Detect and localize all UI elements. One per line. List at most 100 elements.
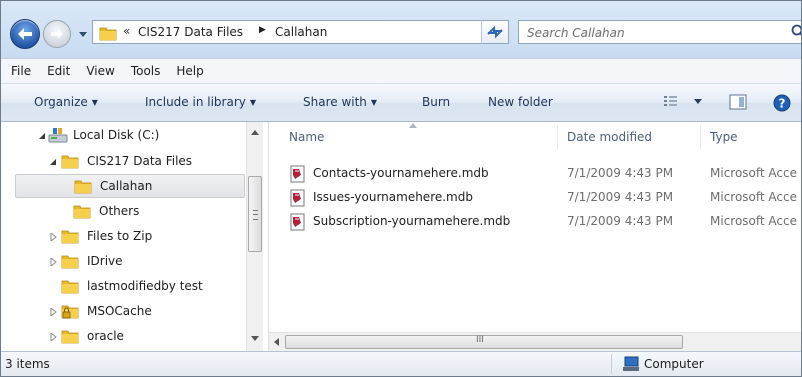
folder-icon: [74, 180, 92, 194]
scroll-left-icon[interactable]: [274, 338, 279, 346]
tree-item-others[interactable]: Others: [1, 200, 245, 224]
file-name: Contacts-yournamehere.mdb: [313, 166, 489, 180]
back-button[interactable]: [10, 19, 40, 49]
forward-arrow-icon: [51, 29, 63, 39]
column-header-date-modified[interactable]: Date modified: [567, 122, 652, 152]
column-divider[interactable]: [557, 125, 558, 149]
folder-icon: [99, 27, 117, 41]
folder-icon: [61, 230, 79, 244]
refresh-button[interactable]: [481, 20, 509, 44]
menu-view[interactable]: View: [78, 64, 122, 78]
file-date: 7/1/2009 4:43 PM: [567, 166, 674, 180]
collapsed-arrow-icon[interactable]: [49, 258, 57, 266]
file-name: Issues-yournamehere.mdb: [313, 190, 473, 204]
column-header-type[interactable]: Type: [710, 122, 738, 152]
help-icon[interactable]: ?: [773, 94, 791, 112]
file-type: Microsoft Acce: [710, 190, 797, 204]
tree-item-callahan[interactable]: Callahan: [15, 174, 245, 198]
scrollbar-thumb[interactable]: [248, 176, 262, 252]
nav-vertical-scrollbar[interactable]: [246, 122, 263, 351]
tree-item-local-disk[interactable]: Local Disk (C:): [1, 124, 245, 148]
file-name: Subscription-yournamehere.mdb: [313, 214, 511, 228]
tree-item-label: Callahan: [100, 179, 153, 193]
item-count: 3 items: [5, 357, 50, 371]
expanded-arrow-icon[interactable]: [38, 132, 46, 140]
recent-pages-dropdown-icon[interactable]: [78, 29, 88, 39]
dropdown-arrow-icon: ▼: [91, 98, 98, 107]
search-icon[interactable]: [791, 24, 802, 40]
column-header-name[interactable]: Name: [289, 122, 324, 152]
tree-item-label: Others: [99, 204, 140, 218]
collapsed-arrow-icon[interactable]: [49, 308, 57, 316]
svg-text:?: ?: [779, 97, 786, 111]
file-list-horizontal-scrollbar[interactable]: III: [269, 332, 801, 351]
include-in-library-button[interactable]: Include in library ▼: [145, 95, 256, 109]
tree-item-oracle[interactable]: oracle: [1, 325, 245, 349]
sort-ascending-icon: [409, 123, 417, 128]
scrollbar-thumb[interactable]: III: [285, 335, 683, 349]
burn-button[interactable]: Burn: [422, 95, 450, 109]
share-label: Share with: [303, 95, 367, 109]
menu-edit[interactable]: Edit: [39, 64, 78, 78]
search-box[interactable]: [518, 20, 802, 44]
folder-icon: [61, 330, 79, 344]
scroll-up-icon[interactable]: [251, 130, 259, 135]
file-row[interactable]: Issues-yournamehere.mdb 7/1/2009 4:43 PM…: [289, 186, 801, 210]
tree-item-idrive[interactable]: IDrive: [1, 250, 245, 274]
file-type: Microsoft Acce: [710, 214, 797, 228]
change-view-icon[interactable]: [663, 94, 681, 110]
tree-item-label: oracle: [87, 329, 124, 343]
access-database-icon: [290, 165, 305, 183]
tree-item-label: Local Disk (C:): [73, 128, 160, 142]
tree-item-cis217-data-files[interactable]: CIS217 Data Files: [1, 150, 245, 174]
tree-item-files-to-zip[interactable]: Files to Zip: [1, 225, 245, 249]
access-database-icon: [290, 213, 305, 231]
include-label: Include in library: [145, 95, 246, 109]
share-with-button[interactable]: Share with ▼: [303, 95, 377, 109]
status-bar: 3 items Computer: [1, 351, 801, 376]
expanded-arrow-icon[interactable]: [49, 158, 57, 166]
breadcrumb-overflow[interactable]: «: [123, 24, 130, 38]
menu-bar: File Edit View Tools Help: [1, 58, 801, 84]
new-folder-button[interactable]: New folder: [488, 95, 553, 109]
navigation-pane: Local Disk (C:) CIS217 Data Files Callah…: [1, 122, 269, 351]
access-database-icon: [290, 189, 305, 207]
file-row[interactable]: Subscription-yournamehere.mdb 7/1/2009 4…: [289, 210, 801, 234]
status-location: Computer: [644, 357, 704, 371]
status-divider: [611, 354, 612, 374]
search-input[interactable]: [525, 23, 779, 43]
breadcrumb-callahan[interactable]: Callahan: [275, 25, 327, 39]
collapsed-arrow-icon[interactable]: [49, 233, 57, 241]
file-date: 7/1/2009 4:43 PM: [567, 190, 674, 204]
view-options-dropdown-icon[interactable]: [694, 99, 702, 105]
scroll-down-icon[interactable]: [251, 336, 259, 341]
back-arrow-icon: [18, 28, 32, 40]
dropdown-arrow-icon: ▼: [249, 98, 257, 107]
organize-label: Organize: [34, 95, 88, 109]
breadcrumb-cis217[interactable]: CIS217 Data Files: [138, 25, 243, 39]
tree-item-label: lastmodifiedby test: [87, 279, 203, 293]
refresh-icon: [487, 25, 503, 39]
computer-icon: [623, 356, 639, 371]
file-row[interactable]: Contacts-yournamehere.mdb 7/1/2009 4:43 …: [289, 162, 801, 186]
collapsed-arrow-icon[interactable]: [49, 333, 57, 341]
tree-item-lastmodifiedby-test[interactable]: lastmodifiedby test: [1, 275, 245, 299]
tree-item-msocache[interactable]: MSOCache: [1, 300, 245, 324]
forward-button[interactable]: [43, 20, 71, 48]
menu-help[interactable]: Help: [168, 64, 211, 78]
menu-tools[interactable]: Tools: [123, 64, 169, 78]
drive-icon: [48, 128, 68, 143]
locked-folder-icon: [61, 305, 79, 319]
file-list-pane: Name Date modified Type Contacts-yournam…: [269, 122, 801, 351]
folder-icon: [61, 255, 79, 269]
preview-pane-icon[interactable]: [729, 94, 747, 110]
folder-icon: [61, 280, 79, 294]
organize-button[interactable]: Organize ▼: [34, 95, 98, 109]
menu-file[interactable]: File: [1, 64, 39, 78]
breadcrumb-separator-icon[interactable]: ▶: [259, 25, 266, 35]
dropdown-arrow-icon: ▼: [370, 98, 378, 107]
tree-item-label: IDrive: [87, 254, 123, 268]
column-divider[interactable]: [700, 125, 701, 149]
tree-item-label: CIS217 Data Files: [87, 154, 193, 168]
address-box[interactable]: « CIS217 Data Files ▶ Callahan: [92, 20, 562, 44]
